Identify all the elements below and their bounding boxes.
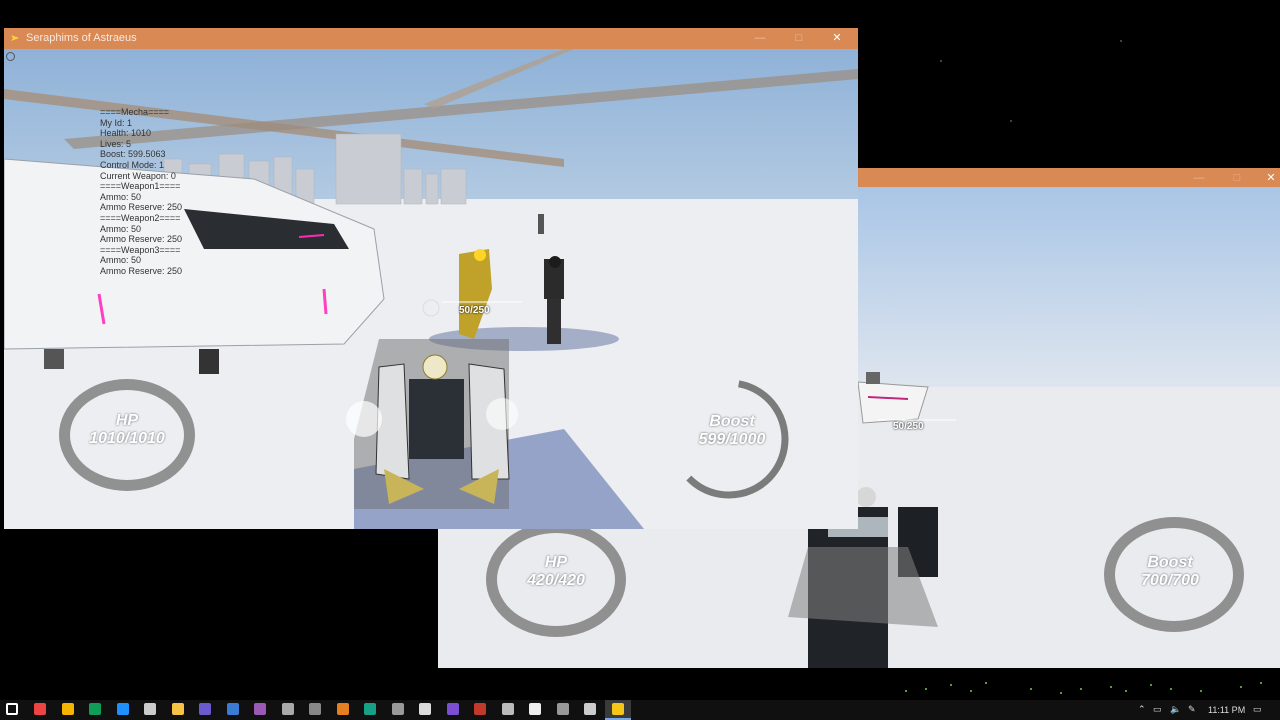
obs-icon[interactable] bbox=[556, 703, 569, 715]
chrome-icon[interactable] bbox=[61, 703, 74, 715]
star bbox=[1030, 688, 1032, 690]
dark-mecha bbox=[544, 256, 564, 344]
debug-line: Ammo Reserve: 250 bbox=[100, 202, 183, 213]
main-window[interactable]: Seraphims of Astraeus — □ ✕ ====Mecha===… bbox=[4, 28, 858, 529]
git-icon[interactable] bbox=[501, 703, 514, 715]
app-icon-9[interactable] bbox=[391, 703, 404, 715]
player1-hp-value: 1010/1010 bbox=[89, 430, 165, 447]
game-icon[interactable] bbox=[584, 703, 596, 715]
close-button[interactable]: ✕ bbox=[1260, 171, 1280, 186]
player2-ammo-counter: 50/250 bbox=[893, 421, 924, 432]
seraphims-app-icon bbox=[11, 35, 19, 41]
app-icon-8[interactable] bbox=[364, 703, 376, 715]
debug-stats-panel: ====Mecha==== My Id: 1 Health: 1010 Lives: … bbox=[100, 107, 182, 277]
windows-start-icon[interactable] bbox=[6, 703, 18, 715]
debug-line: Current Weapon: 0 bbox=[100, 170, 176, 181]
debug-line: ====Weapon2==== bbox=[100, 212, 181, 223]
player1-boost-label: Boost bbox=[709, 413, 755, 430]
debug-line: Ammo: 50 bbox=[100, 255, 142, 266]
game-viewport[interactable]: ====Mecha==== My Id: 1 Health: 1010 Lives: … bbox=[4, 49, 858, 529]
close-button[interactable]: ✕ bbox=[826, 31, 848, 46]
star bbox=[925, 688, 927, 690]
app-icon-5[interactable] bbox=[281, 703, 294, 715]
windows-taskbar: ⌃ ▭ 🔈 ✎ 11:11 PM ▭ bbox=[0, 700, 1280, 720]
pen-icon[interactable]: ✎ bbox=[1188, 704, 1196, 715]
debug-line: Ammo Reserve: 250 bbox=[100, 265, 183, 276]
unity-icon[interactable] bbox=[419, 703, 431, 715]
volume-icon[interactable]: 🔈 bbox=[1170, 704, 1181, 715]
star bbox=[940, 60, 942, 62]
player2-hp-label: HP bbox=[544, 554, 568, 571]
star bbox=[1080, 688, 1082, 690]
star bbox=[950, 684, 952, 686]
star bbox=[1010, 120, 1012, 122]
edge-icon[interactable] bbox=[116, 703, 129, 715]
debug-line: My Id: 1 bbox=[100, 117, 133, 128]
debug-line: Health: 1010 bbox=[100, 128, 152, 139]
network-icon[interactable]: ▭ bbox=[1153, 704, 1162, 715]
folder-icon[interactable] bbox=[171, 703, 184, 715]
player1-ammo-counter: 50/250 bbox=[459, 305, 490, 316]
debug-line: ====Weapon1==== bbox=[100, 181, 181, 192]
star bbox=[1060, 692, 1062, 694]
star bbox=[1125, 690, 1127, 692]
star bbox=[1150, 684, 1152, 686]
star bbox=[1110, 686, 1112, 688]
player2-boost-label: Boost bbox=[1147, 554, 1193, 571]
app-icon-6[interactable] bbox=[309, 703, 321, 715]
debug-line: Boost: 599.5063 bbox=[100, 149, 166, 160]
app-icon-10[interactable] bbox=[474, 703, 486, 715]
tray-chevron-icon[interactable]: ⌃ bbox=[1138, 704, 1146, 715]
debug-line: Lives: 5 bbox=[100, 138, 132, 149]
star bbox=[1170, 688, 1172, 690]
app-icon-4[interactable] bbox=[254, 703, 266, 715]
task-view-icon[interactable] bbox=[34, 703, 46, 715]
star bbox=[985, 682, 987, 684]
star bbox=[905, 690, 907, 692]
player2-hp-value: 420/420 bbox=[527, 572, 585, 589]
star bbox=[970, 690, 972, 692]
player1-boost-display: Boost 599/1000 bbox=[672, 413, 792, 449]
debug-line: Control Mode: 1 bbox=[100, 159, 165, 170]
star bbox=[1240, 686, 1242, 688]
player1-hp-display: HP 1010/1010 bbox=[67, 412, 187, 448]
star bbox=[1260, 682, 1262, 684]
maximize-button[interactable]: □ bbox=[1226, 171, 1248, 186]
app-icon-7[interactable] bbox=[336, 703, 349, 715]
debug-line: Ammo Reserve: 250 bbox=[100, 234, 183, 245]
app-icon-3[interactable] bbox=[226, 703, 239, 715]
player1-boost-value: 599/1000 bbox=[698, 431, 766, 448]
settings-gear-icon[interactable] bbox=[6, 52, 15, 61]
debug-line: ====Weapon3==== bbox=[100, 244, 181, 255]
clock-time[interactable]: 11:11 PM bbox=[1208, 705, 1245, 715]
player2-boost-value: 700/700 bbox=[1141, 572, 1199, 589]
window-title: Seraphims of Astraeus bbox=[26, 32, 137, 44]
visual-studio-icon[interactable] bbox=[446, 703, 459, 715]
minimize-button[interactable]: — bbox=[749, 31, 771, 46]
app-icon-2[interactable] bbox=[199, 703, 211, 715]
player2-boost-display: Boost 700/700 bbox=[1110, 554, 1230, 590]
debug-line: ====Mecha==== bbox=[100, 107, 170, 117]
search-icon[interactable] bbox=[529, 703, 541, 715]
player1-hp-label: HP bbox=[115, 412, 139, 429]
player2-hp-display: HP 420/420 bbox=[496, 554, 616, 590]
maximize-button[interactable]: □ bbox=[788, 31, 810, 46]
seraphims-icon[interactable] bbox=[611, 703, 624, 715]
minimize-button[interactable]: — bbox=[1188, 171, 1210, 186]
app-icon[interactable] bbox=[144, 703, 156, 715]
chrome-icon-2[interactable] bbox=[89, 703, 101, 715]
main-titlebar[interactable]: Seraphims of Astraeus — □ ✕ bbox=[4, 28, 858, 49]
notifications-icon[interactable]: ▭ bbox=[1253, 704, 1262, 715]
debug-line: Ammo: 50 bbox=[100, 223, 142, 234]
star bbox=[1200, 690, 1202, 692]
debug-line: Ammo: 50 bbox=[100, 191, 142, 202]
star bbox=[1120, 40, 1122, 42]
